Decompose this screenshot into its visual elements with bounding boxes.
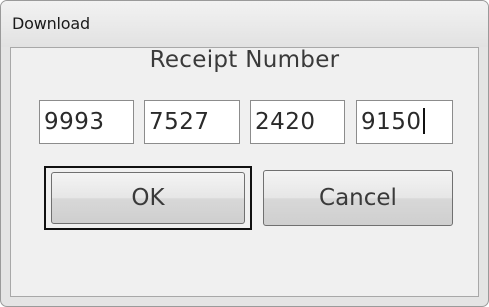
window-title: Download	[12, 14, 90, 33]
text-caret	[422, 107, 425, 134]
receipt-number-field-1[interactable]: 9993	[39, 100, 134, 144]
cancel-button[interactable]: Cancel	[263, 170, 453, 226]
ok-button[interactable]: OK	[51, 172, 245, 224]
receipt-number-label: Receipt Number	[149, 47, 340, 73]
receipt-number-field-1-value: 9993	[44, 109, 105, 135]
receipt-number-field-2[interactable]: 7527	[144, 100, 240, 144]
receipt-number-field-3-value: 2420	[255, 109, 316, 135]
receipt-number-field-4-value: 9150	[361, 109, 422, 135]
ok-button-focus-ring: OK	[44, 166, 252, 230]
title-bar[interactable]: Download	[1, 1, 488, 47]
download-dialog: Download Receipt Number 9993 7527 2420 9…	[0, 0, 489, 307]
receipt-number-field-2-value: 7527	[149, 109, 210, 135]
receipt-number-field-4[interactable]: 9150	[356, 100, 453, 144]
receipt-number-field-3[interactable]: 2420	[250, 100, 345, 144]
